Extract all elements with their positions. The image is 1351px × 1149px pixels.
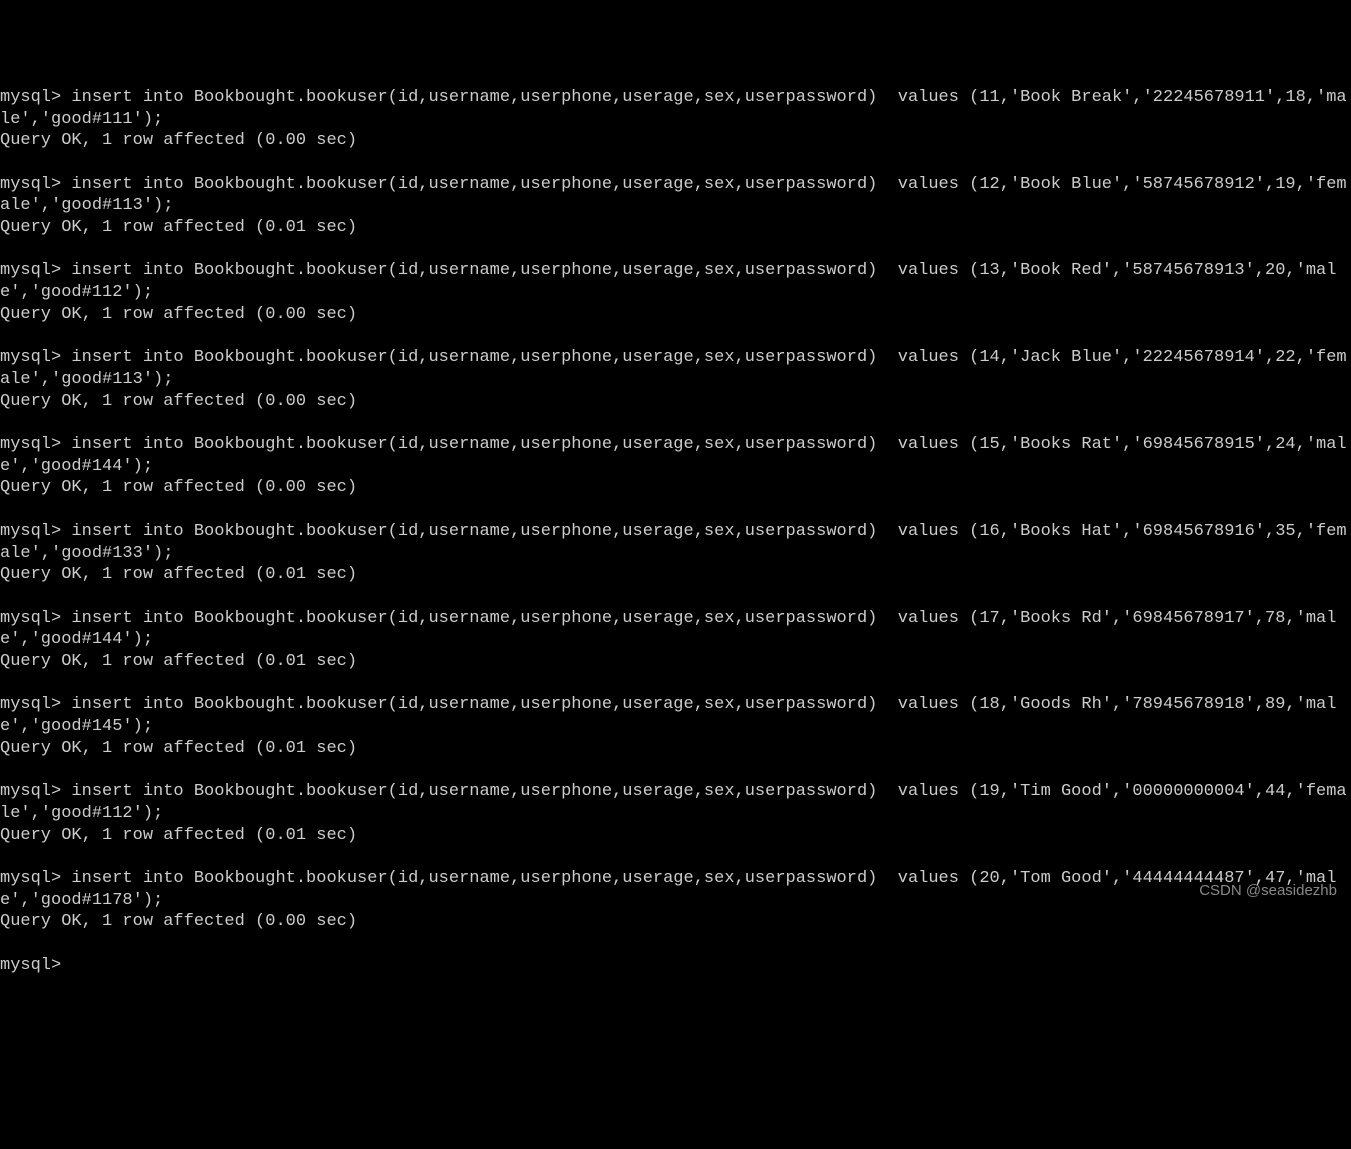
- query-result: Query OK, 1 row affected (0.01 sec): [0, 564, 1351, 586]
- query-block: mysql> insert into Bookbought.bookuser(i…: [0, 608, 1351, 673]
- query-block: mysql> insert into Bookbought.bookuser(i…: [0, 868, 1351, 933]
- query-block: mysql> insert into Bookbought.bookuser(i…: [0, 781, 1351, 846]
- insert-statement: mysql> insert into Bookbought.bookuser(i…: [0, 87, 1351, 130]
- query-block: mysql> insert into Bookbought.bookuser(i…: [0, 521, 1351, 586]
- insert-statement: mysql> insert into Bookbought.bookuser(i…: [0, 174, 1351, 217]
- query-result: Query OK, 1 row affected (0.00 sec): [0, 477, 1351, 499]
- insert-statement: mysql> insert into Bookbought.bookuser(i…: [0, 694, 1351, 737]
- query-result: Query OK, 1 row affected (0.01 sec): [0, 825, 1351, 847]
- insert-statement: mysql> insert into Bookbought.bookuser(i…: [0, 434, 1351, 477]
- query-result: Query OK, 1 row affected (0.01 sec): [0, 651, 1351, 673]
- query-block: mysql> insert into Bookbought.bookuser(i…: [0, 694, 1351, 759]
- watermark: CSDN @seasidezhb: [1199, 880, 1337, 902]
- query-result: Query OK, 1 row affected (0.00 sec): [0, 391, 1351, 413]
- query-block: mysql> insert into Bookbought.bookuser(i…: [0, 260, 1351, 325]
- query-result: Query OK, 1 row affected (0.00 sec): [0, 911, 1351, 933]
- insert-statement: mysql> insert into Bookbought.bookuser(i…: [0, 781, 1351, 824]
- query-block: mysql> insert into Bookbought.bookuser(i…: [0, 347, 1351, 412]
- insert-statement: mysql> insert into Bookbought.bookuser(i…: [0, 260, 1351, 303]
- query-result: Query OK, 1 row affected (0.01 sec): [0, 738, 1351, 760]
- query-block: mysql> insert into Bookbought.bookuser(i…: [0, 87, 1351, 152]
- insert-statement: mysql> insert into Bookbought.bookuser(i…: [0, 347, 1351, 390]
- insert-statement: mysql> insert into Bookbought.bookuser(i…: [0, 521, 1351, 564]
- query-block: mysql> insert into Bookbought.bookuser(i…: [0, 434, 1351, 499]
- query-block: mysql> insert into Bookbought.bookuser(i…: [0, 174, 1351, 239]
- query-result: Query OK, 1 row affected (0.01 sec): [0, 217, 1351, 239]
- query-result: Query OK, 1 row affected (0.00 sec): [0, 304, 1351, 326]
- insert-statement: mysql> insert into Bookbought.bookuser(i…: [0, 868, 1351, 911]
- mysql-prompt[interactable]: mysql>: [0, 955, 1351, 977]
- insert-statement: mysql> insert into Bookbought.bookuser(i…: [0, 608, 1351, 651]
- query-result: Query OK, 1 row affected (0.00 sec): [0, 130, 1351, 152]
- terminal-output[interactable]: mysql> insert into Bookbought.bookuser(i…: [0, 87, 1351, 997]
